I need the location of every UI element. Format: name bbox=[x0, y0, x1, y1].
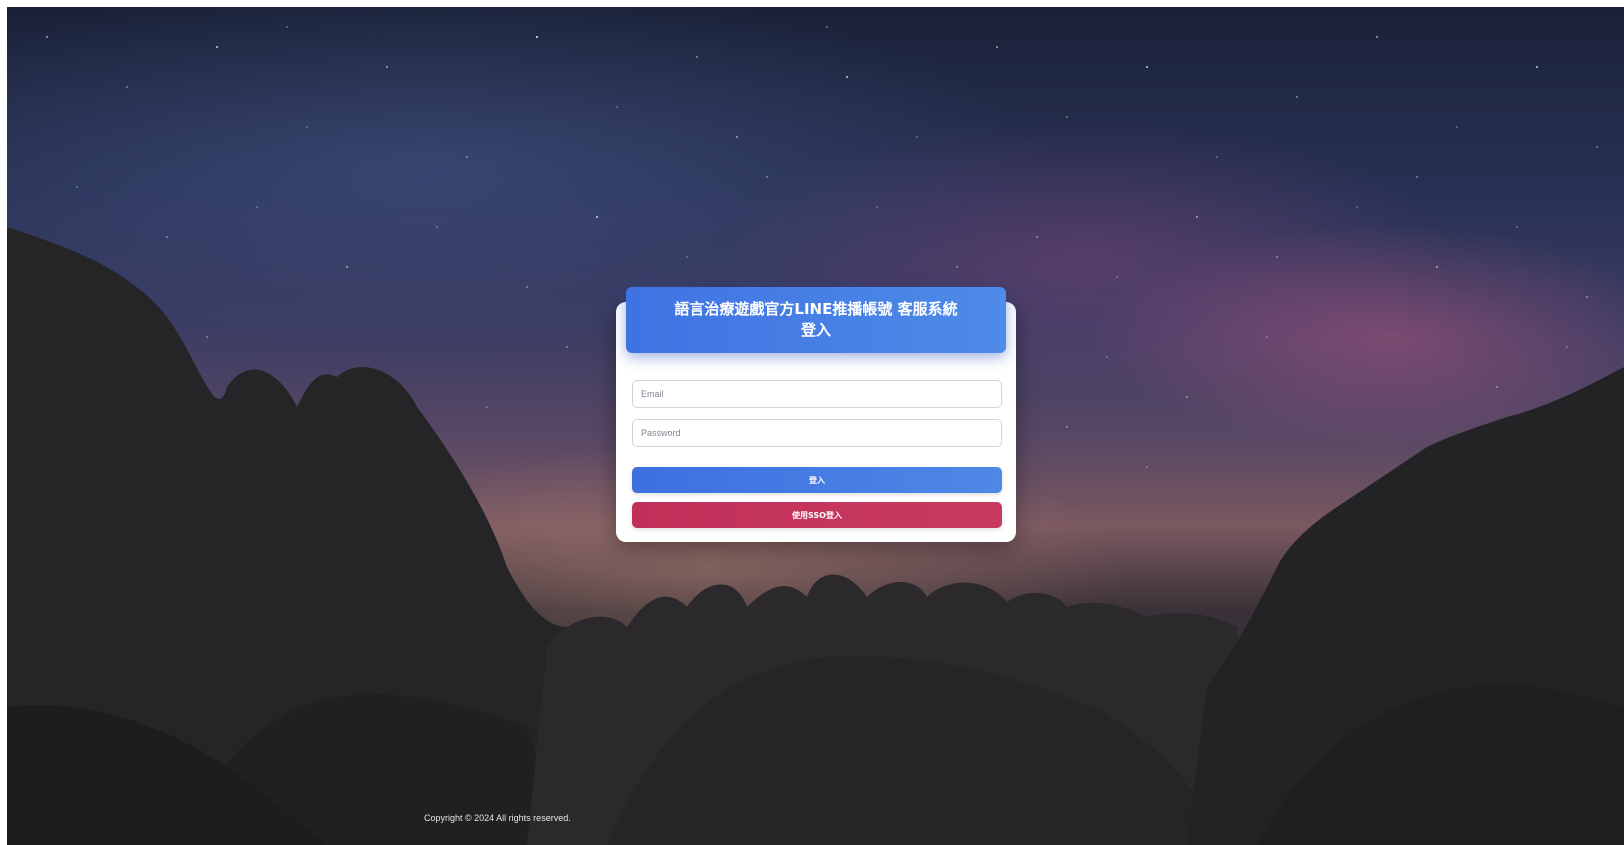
sso-login-button[interactable]: 使用SSO登入 bbox=[632, 502, 1002, 528]
password-input[interactable] bbox=[632, 419, 1002, 447]
page-subtitle: 登入 bbox=[800, 321, 831, 339]
email-input[interactable] bbox=[632, 380, 1002, 408]
login-header: 語言治療遊戲官方LINE推播帳號 客服系統 登入 bbox=[626, 287, 1006, 353]
page-title: 語言治療遊戲官方LINE推播帳號 客服系統 bbox=[674, 300, 958, 318]
copyright-text: Copyright © 2024 All rights reserved. bbox=[424, 813, 571, 823]
login-button[interactable]: 登入 bbox=[632, 467, 1002, 493]
